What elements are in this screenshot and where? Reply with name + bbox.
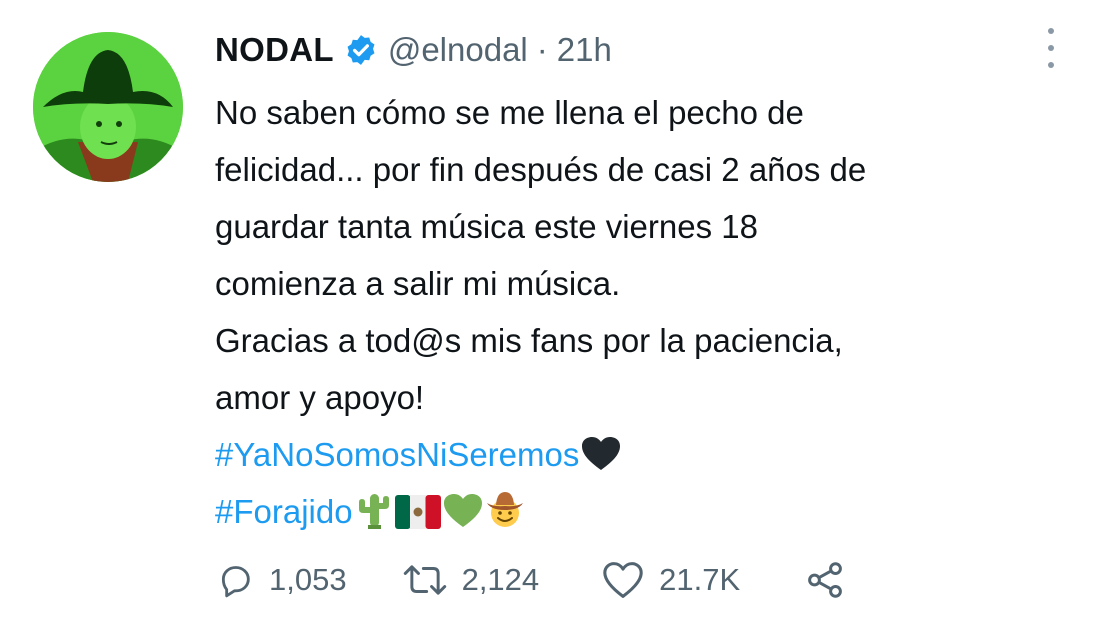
avatar[interactable] xyxy=(33,32,183,182)
reply-button[interactable]: 1,053 xyxy=(215,560,347,600)
separator-dot: · xyxy=(536,31,548,68)
tweet-text-line: guardar tanta música este viernes 18 xyxy=(215,208,758,245)
hashtag-line: #YaNoSomosNiSeremos xyxy=(215,426,1075,483)
timestamp[interactable]: 21h xyxy=(557,31,612,69)
tweet-text: No saben cómo se me llena el pecho de fe… xyxy=(215,84,1075,540)
tweet: NODAL @elnodal · 21h No saben cómo se me… xyxy=(0,0,1109,620)
hashtag-link[interactable]: #Forajido xyxy=(215,493,353,530)
like-count: 21.7K xyxy=(659,562,741,597)
retweet-count: 2,124 xyxy=(461,562,540,597)
reply-icon xyxy=(215,560,255,600)
share-button[interactable] xyxy=(804,559,846,601)
action-bar: 1,053 2,124 21.7K xyxy=(215,555,846,605)
cowboy-face-emoji xyxy=(485,489,525,529)
tweet-text-line: felicidad... por fin después de casi 2 a… xyxy=(215,151,867,188)
tweet-text-line: amor y apoyo! xyxy=(215,379,425,416)
retweet-icon xyxy=(402,560,448,600)
more-options-icon[interactable] xyxy=(1041,28,1061,68)
tweet-header: NODAL @elnodal · 21h xyxy=(215,26,612,74)
cactus-emoji xyxy=(355,491,393,529)
tweet-text-line: No saben cómo se me llena el pecho de xyxy=(215,94,804,131)
tweet-text-line: Gracias a tod@s mis fans por la pacienci… xyxy=(215,322,843,359)
heart-icon xyxy=(601,560,645,600)
display-name[interactable]: NODAL xyxy=(215,31,334,69)
handle[interactable]: @elnodal xyxy=(388,31,528,69)
share-icon xyxy=(804,559,846,601)
hashtag-link[interactable]: #YaNoSomosNiSeremos xyxy=(215,436,579,473)
mexico-flag-emoji xyxy=(394,495,441,529)
green-heart-emoji xyxy=(443,493,483,529)
black-heart-emoji xyxy=(581,436,621,472)
like-button[interactable]: 21.7K xyxy=(601,560,740,600)
reply-count: 1,053 xyxy=(269,562,347,597)
retweet-button[interactable]: 2,124 xyxy=(402,560,540,600)
tweet-text-line: comienza a salir mi música. xyxy=(215,265,621,302)
hashtag-line: #Forajido xyxy=(215,483,1075,540)
verified-badge-icon xyxy=(344,33,378,67)
